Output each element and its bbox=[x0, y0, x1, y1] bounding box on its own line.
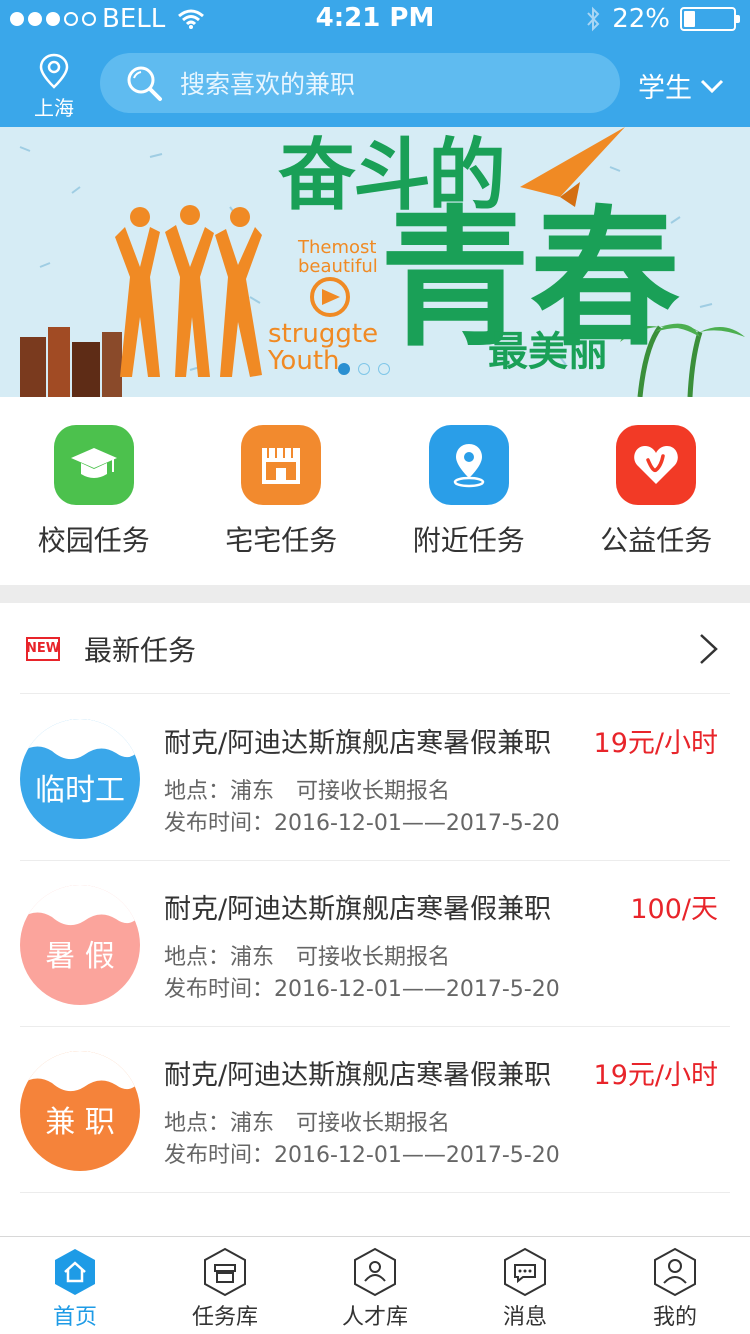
tab-home[interactable]: 首页 bbox=[0, 1237, 150, 1334]
category-icon-box bbox=[241, 425, 322, 505]
task-type-badge: 暑 假 bbox=[20, 885, 140, 1005]
section-title: 最新任务 bbox=[84, 633, 197, 667]
heart-icon bbox=[634, 446, 679, 484]
category-icon-box bbox=[616, 425, 697, 505]
profile-icon bbox=[654, 1247, 696, 1297]
store-icon bbox=[262, 448, 301, 484]
category-home[interactable]: 宅宅任务 bbox=[188, 397, 376, 585]
city-label: 上海 bbox=[34, 96, 74, 120]
task-price: 19元/小时 bbox=[593, 728, 718, 759]
home-icon bbox=[55, 1249, 95, 1295]
map-pin-icon bbox=[453, 444, 484, 488]
category-grid: 校园任务 宅宅任务 附近任务 公益任务 bbox=[0, 397, 750, 585]
chevron-right-icon bbox=[700, 633, 718, 664]
category-campus[interactable]: 校园任务 bbox=[0, 397, 188, 585]
task-location-line: 地点：浦东 可接收长期报名 bbox=[164, 939, 450, 971]
banner-pagination[interactable] bbox=[338, 363, 390, 375]
tab-profile[interactable]: 我的 bbox=[600, 1237, 750, 1334]
talent-icon bbox=[354, 1247, 396, 1297]
tab-label: 我的 bbox=[652, 1305, 697, 1330]
category-icon-box bbox=[428, 425, 509, 505]
task-date: 发布时间：2016-12-01——2017-5-20 bbox=[164, 811, 560, 836]
location-pin-icon bbox=[39, 53, 69, 89]
graduation-cap-icon bbox=[70, 448, 117, 478]
search-input[interactable]: 搜索喜欢的兼职 bbox=[100, 53, 620, 113]
task-title: 耐克/阿迪达斯旗舰店寒暑假兼职 bbox=[164, 728, 552, 759]
section-divider bbox=[0, 585, 750, 603]
task-note: 可接收长期报名 bbox=[296, 779, 451, 804]
task-note: 可接收长期报名 bbox=[296, 1111, 451, 1136]
role-label: 学生 bbox=[638, 73, 692, 104]
badge-wave bbox=[20, 885, 140, 926]
top-header: BELL 4:21 PM 22% 上海 搜索喜欢的兼职 学生 bbox=[0, 0, 750, 127]
search-icon bbox=[127, 66, 162, 101]
new-icon: NEW bbox=[26, 636, 60, 661]
tab-task-library[interactable]: 任务库 bbox=[150, 1237, 300, 1334]
task-type-label: 兼 职 bbox=[45, 1105, 115, 1140]
task-type-label: 临时工 bbox=[35, 773, 125, 808]
location-selector[interactable]: 上海 bbox=[24, 52, 84, 120]
category-label: 宅宅任务 bbox=[225, 524, 338, 557]
chevron-down-icon bbox=[700, 79, 724, 93]
task-type-badge: 临时工 bbox=[20, 719, 140, 839]
banner-dot[interactable] bbox=[338, 363, 350, 375]
task-type-badge: 兼 职 bbox=[20, 1051, 140, 1171]
message-icon bbox=[504, 1247, 546, 1297]
category-label: 校园任务 bbox=[37, 524, 150, 557]
tab-label: 首页 bbox=[52, 1305, 97, 1330]
badge-wave bbox=[20, 1051, 140, 1092]
status-bar: BELL 4:21 PM 22% bbox=[0, 0, 750, 38]
task-library-icon bbox=[204, 1247, 246, 1297]
task-price: 100/天 bbox=[630, 894, 718, 925]
banner-title-line3: 最美丽 bbox=[488, 329, 608, 375]
category-label: 附近任务 bbox=[412, 524, 525, 557]
task-title: 耐克/阿迪达斯旗舰店寒暑假兼职 bbox=[164, 1060, 552, 1091]
banner-eng-top: Themost beautiful bbox=[298, 237, 378, 277]
category-label: 公益任务 bbox=[600, 524, 713, 557]
badge-wave bbox=[20, 719, 140, 760]
category-charity[interactable]: 公益任务 bbox=[563, 397, 750, 585]
tab-label: 人才库 bbox=[341, 1305, 408, 1330]
role-dropdown[interactable]: 学生 bbox=[638, 66, 724, 105]
tab-label: 消息 bbox=[502, 1305, 547, 1330]
banner-dot[interactable] bbox=[358, 363, 370, 375]
search-placeholder: 搜索喜欢的兼职 bbox=[180, 70, 356, 99]
tab-messages[interactable]: 消息 bbox=[450, 1237, 600, 1334]
battery-icon bbox=[680, 7, 740, 31]
task-date: 发布时间：2016-12-01——2017-5-20 bbox=[164, 1143, 560, 1168]
task-location: 地点：浦东 bbox=[164, 945, 275, 970]
tab-talent[interactable]: 人才库 bbox=[300, 1237, 450, 1334]
bottom-tab-bar: 首页 任务库 人才库 消息 我的 bbox=[0, 1236, 750, 1334]
category-nearby[interactable]: 附近任务 bbox=[375, 397, 563, 585]
task-item[interactable]: 临时工 耐克/阿迪达斯旗舰店寒暑假兼职 19元/小时 地点：浦东 可接收长期报名 … bbox=[20, 695, 730, 861]
task-note: 可接收长期报名 bbox=[296, 945, 451, 970]
task-price: 19元/小时 bbox=[593, 1060, 718, 1091]
task-item[interactable]: 兼 职 耐克/阿迪达斯旗舰店寒暑假兼职 19元/小时 地点：浦东 可接收长期报名 … bbox=[20, 1027, 730, 1193]
task-location-line: 地点：浦东 可接收长期报名 bbox=[164, 773, 450, 805]
task-location: 地点：浦东 bbox=[164, 779, 275, 804]
task-date: 发布时间：2016-12-01——2017-5-20 bbox=[164, 977, 560, 1002]
status-right: 22% bbox=[584, 4, 740, 34]
category-icon-box bbox=[53, 425, 134, 505]
battery-percent: 22% bbox=[612, 4, 670, 34]
latest-tasks-header[interactable]: NEW 最新任务 bbox=[20, 604, 730, 694]
banner-dot[interactable] bbox=[378, 363, 390, 375]
task-location: 地点：浦东 bbox=[164, 1111, 275, 1136]
task-title: 耐克/阿迪达斯旗舰店寒暑假兼职 bbox=[164, 894, 552, 925]
tab-label: 任务库 bbox=[191, 1305, 258, 1330]
task-location-line: 地点：浦东 可接收长期报名 bbox=[164, 1105, 450, 1137]
task-item[interactable]: 暑 假 耐克/阿迪达斯旗舰店寒暑假兼职 100/天 地点：浦东 可接收长期报名 发… bbox=[20, 861, 730, 1027]
promo-banner[interactable]: 奋斗的 青春 最美丽 Themost beautiful struggte Yo… bbox=[0, 127, 750, 397]
bluetooth-icon bbox=[587, 6, 600, 32]
task-type-label: 暑 假 bbox=[45, 939, 115, 974]
